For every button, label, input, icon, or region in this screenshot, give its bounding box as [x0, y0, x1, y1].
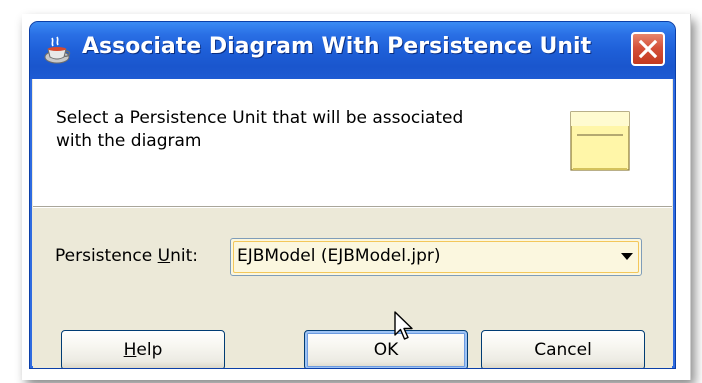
header-panel: Select a Persistence Unit that will be a…	[33, 79, 672, 208]
help-mnemonic: H	[123, 340, 137, 360]
description-line-1: Select a Persistence Unit that will be a…	[56, 108, 464, 128]
associate-diagram-dialog: Associate Diagram With Persistence Unit …	[29, 21, 676, 369]
java-cup-icon	[43, 35, 73, 65]
label-prefix: Persistence	[55, 246, 158, 266]
label-suffix: nit:	[170, 246, 198, 266]
help-label-rest: elp	[136, 340, 163, 360]
persistence-unit-row: Persistence Unit: EJBModel (EJBModel.jpr…	[55, 238, 658, 278]
chevron-down-icon[interactable]	[621, 253, 633, 260]
selected-persistence-unit: EJBModel (EJBModel.jpr)	[237, 246, 441, 266]
persistence-unit-select[interactable]: EJBModel (EJBModel.jpr)	[230, 238, 642, 276]
description-line-2: with the diagram	[56, 131, 202, 151]
help-button[interactable]: Help	[61, 330, 225, 368]
note-icon	[568, 109, 632, 173]
ok-button[interactable]: OK	[304, 330, 468, 368]
window-title: Associate Diagram With Persistence Unit	[82, 34, 592, 59]
dialog-content: Select a Persistence Unit that will be a…	[33, 79, 672, 368]
description-text: Select a Persistence Unit that will be a…	[56, 107, 526, 153]
persistence-unit-label: Persistence Unit:	[55, 246, 198, 266]
cancel-button[interactable]: Cancel	[481, 330, 645, 368]
close-button[interactable]	[631, 32, 665, 66]
title-bar[interactable]: Associate Diagram With Persistence Unit	[30, 22, 675, 79]
mouse-pointer-icon	[394, 311, 416, 343]
label-mnemonic: U	[157, 246, 171, 266]
